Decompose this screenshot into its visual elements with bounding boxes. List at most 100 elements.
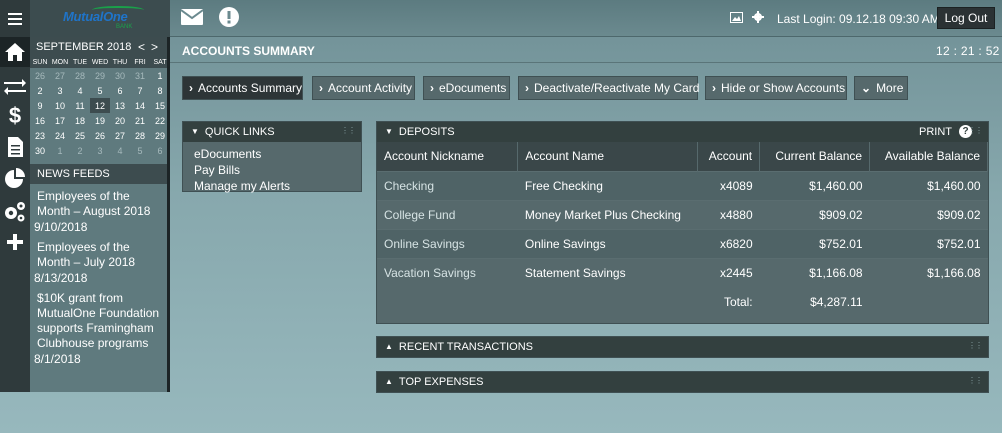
calendar-day[interactable]: 4 <box>70 83 90 98</box>
calendar-day[interactable]: 11 <box>70 98 90 113</box>
calendar-day[interactable]: 4 <box>110 143 130 158</box>
tab-deactivate-card[interactable]: › Deactivate/Reactivate My Card <box>518 76 699 100</box>
calendar-day[interactable]: 3 <box>50 83 70 98</box>
column-header[interactable]: Account Nickname <box>377 142 519 171</box>
transfer-icon[interactable] <box>0 71 30 101</box>
calendar-day[interactable]: 27 <box>110 128 130 143</box>
calendar-weekday: MON <box>50 57 70 68</box>
calendar-next-button[interactable]: > <box>151 40 164 54</box>
calendar-day[interactable]: 12 <box>90 98 110 113</box>
chevron-right-icon: › <box>189 81 193 95</box>
calendar-day[interactable]: 28 <box>70 68 90 83</box>
quick-links-header[interactable]: ▼ QUICK LINKS ⋮⋮ <box>183 122 361 142</box>
calendar-day[interactable]: 23 <box>30 128 50 143</box>
dollar-icon[interactable]: $ <box>0 101 30 131</box>
top-expenses-header[interactable]: ▲ TOP EXPENSES ⋮⋮ <box>377 372 988 392</box>
calendar-day[interactable]: 24 <box>50 128 70 143</box>
calendar-day[interactable]: 5 <box>90 83 110 98</box>
calendar-day[interactable]: 1 <box>50 143 70 158</box>
deposits-header[interactable]: ▼ DEPOSITS PRINT ? ⋮⋮ <box>377 122 988 142</box>
column-header[interactable]: Available Balance <box>869 142 988 171</box>
pie-chart-icon[interactable] <box>0 164 30 194</box>
news-item-date: 9/10/2018 <box>34 220 88 234</box>
drag-handle-icon[interactable]: ⋮⋮ <box>968 126 983 135</box>
table-row[interactable]: College Fund Money Market Plus Checking x4… <box>377 199 988 229</box>
calendar-day[interactable]: 5 <box>130 143 150 158</box>
calendar-day[interactable]: 3 <box>90 143 110 158</box>
calendar-day[interactable]: 30 <box>110 68 130 83</box>
calendar-day[interactable]: 13 <box>110 98 130 113</box>
news-item[interactable]: Employees of the Month – July 2018 8/13/2… <box>30 240 170 286</box>
calendar-day[interactable]: 25 <box>70 128 90 143</box>
column-header[interactable]: Current Balance <box>759 142 871 171</box>
logout-button[interactable]: Log Out <box>937 7 995 29</box>
account-nickname[interactable]: Online Savings <box>377 228 518 258</box>
drag-handle-icon[interactable]: ⋮⋮ <box>968 341 983 350</box>
column-header[interactable]: Account <box>697 142 761 171</box>
menu-icon[interactable] <box>0 0 30 37</box>
news-item[interactable]: $10K grant from MutualOne Foundation sup… <box>30 291 170 367</box>
calendar-day[interactable]: 2 <box>30 83 50 98</box>
calendar-day[interactable]: 18 <box>70 113 90 128</box>
picture-icon[interactable] <box>730 12 743 23</box>
print-button[interactable]: PRINT <box>919 126 952 138</box>
calendar-day[interactable]: 6 <box>110 83 130 98</box>
calendar-day[interactable]: 30 <box>30 143 50 158</box>
tab-account-activity[interactable]: › Account Activity <box>312 76 415 100</box>
tab-edocuments[interactable]: › eDocuments <box>423 76 510 100</box>
tab-hide-show-accounts[interactable]: › Hide or Show Accounts <box>705 76 847 100</box>
calendar-day[interactable]: 2 <box>70 143 90 158</box>
table-row[interactable]: Vacation Savings Statement Savings x2445 $1… <box>377 257 988 287</box>
calendar-day[interactable]: 21 <box>130 113 150 128</box>
chevron-down-icon: ⌄ <box>861 81 872 95</box>
quick-link-pay-bills[interactable]: Pay Bills <box>183 162 361 178</box>
alert-icon[interactable] <box>219 7 239 27</box>
news-item-title[interactable]: Employees of the Month – July 2018 <box>30 240 170 270</box>
calendar-day[interactable]: 26 <box>30 68 50 83</box>
calendar-day[interactable]: 27 <box>50 68 70 83</box>
quick-link-manage-alerts[interactable]: Manage my Alerts <box>183 178 361 194</box>
plus-icon[interactable] <box>0 227 30 257</box>
quick-link-edocuments[interactable]: eDocuments <box>183 146 361 162</box>
drag-handle-icon[interactable]: ⋮⋮ <box>968 376 983 385</box>
table-row[interactable]: Checking Free Checking x4089 $1,460.00 $1,46… <box>377 170 988 200</box>
calendar-day[interactable]: 28 <box>130 128 150 143</box>
calendar-day[interactable]: 20 <box>110 113 130 128</box>
news-item-title[interactable]: Employees of the Month – August 2018 <box>30 189 170 219</box>
account-number: x2445 <box>697 257 760 287</box>
calendar-day[interactable]: 14 <box>130 98 150 113</box>
chevron-right-icon: › <box>319 81 323 95</box>
calendar-weekday: TUE <box>70 57 90 68</box>
left-column-border <box>167 37 170 392</box>
account-nickname[interactable]: Checking <box>377 170 518 200</box>
news-item[interactable]: Employees of the Month – August 2018 9/10… <box>30 189 170 235</box>
calendar-day[interactable]: 17 <box>50 113 70 128</box>
document-icon[interactable] <box>0 132 30 162</box>
calendar-prev-button[interactable]: < <box>138 40 151 54</box>
logo[interactable]: MutualOne BANK <box>30 0 170 37</box>
account-nickname[interactable]: College Fund <box>377 199 518 229</box>
calendar-day[interactable]: 26 <box>90 128 110 143</box>
table-row[interactable]: Online Savings Online Savings x6820 $752.01… <box>377 228 988 258</box>
calendar-day[interactable]: 7 <box>130 83 150 98</box>
calendar-day[interactable]: 19 <box>90 113 110 128</box>
drag-handle-icon[interactable]: ⋮⋮ <box>341 126 356 135</box>
calendar-day[interactable]: 16 <box>30 113 50 128</box>
calendar-day[interactable]: 31 <box>130 68 150 83</box>
calendar-day[interactable]: 9 <box>30 98 50 113</box>
calendar-day[interactable]: 29 <box>90 68 110 83</box>
news-item-title[interactable]: $10K grant from MutualOne Foundation sup… <box>30 291 170 351</box>
mail-icon[interactable] <box>181 9 203 25</box>
gear-icon[interactable] <box>752 11 764 23</box>
recent-transactions-header[interactable]: ▲ RECENT TRANSACTIONS ⋮⋮ <box>377 337 988 357</box>
calendar-day[interactable]: 10 <box>50 98 70 113</box>
settings-icon[interactable] <box>0 196 30 226</box>
column-header[interactable]: Account Name <box>517 142 699 171</box>
calendar-week: 16 17 18 19 20 21 22 <box>30 113 170 128</box>
account-nickname[interactable]: Vacation Savings <box>377 257 518 287</box>
tab-accounts-summary[interactable]: › Accounts Summary <box>182 76 303 100</box>
news-feed-header: NEWS FEEDS <box>30 164 170 184</box>
tab-more[interactable]: ⌄ More <box>854 76 908 100</box>
logo-text: MutualOne <box>63 9 128 24</box>
home-icon[interactable] <box>0 37 30 67</box>
